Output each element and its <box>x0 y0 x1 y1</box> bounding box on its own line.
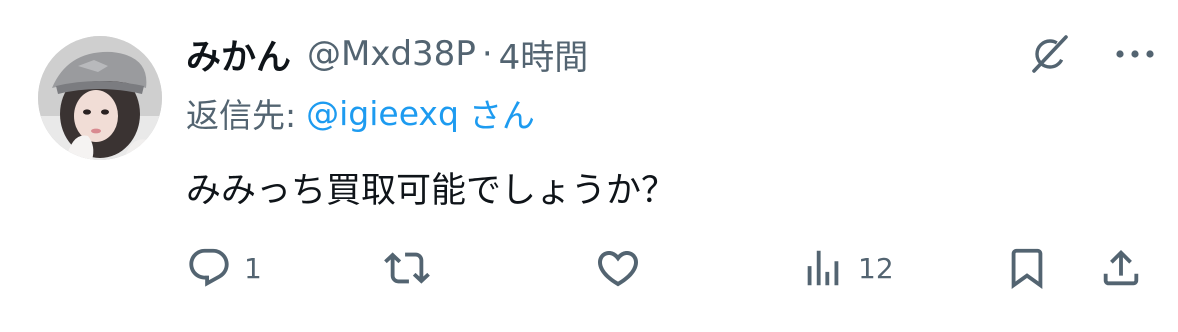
grok-button[interactable] <box>1024 30 1076 78</box>
like-button[interactable] <box>594 236 654 300</box>
action-bar: 1 12 <box>0 236 1178 300</box>
repost-icon <box>384 252 430 284</box>
avatar[interactable] <box>38 36 162 160</box>
tweet[interactable]: みかん @Mxd38P · 4時間 返信先: @igieexq さん みみっち買… <box>0 0 1178 332</box>
share-button[interactable] <box>1098 236 1144 300</box>
share-icon <box>1103 249 1139 286</box>
header-separator: · <box>481 34 493 74</box>
avatar-image <box>38 36 162 160</box>
like-icon <box>597 251 639 287</box>
views-button[interactable]: 12 <box>800 236 894 300</box>
reply-count: 1 <box>244 251 262 285</box>
tweet-header: みかん @Mxd38P · 4時間 <box>186 28 588 80</box>
tweet-text: みみっち買取可能でしょうか？ <box>186 170 677 211</box>
bookmark-button[interactable] <box>1004 236 1050 300</box>
reply-icon <box>189 248 229 287</box>
grok-icon <box>1032 35 1068 73</box>
reply-suffix[interactable]: さん <box>469 89 535 137</box>
repost-button[interactable] <box>384 236 442 300</box>
display-name[interactable]: みかん <box>186 29 291 80</box>
bookmark-icon <box>1011 248 1043 289</box>
more-icon <box>1116 50 1154 58</box>
user-handle[interactable]: @Mxd38P <box>307 34 476 74</box>
reply-button[interactable]: 1 <box>186 236 262 300</box>
views-icon <box>807 250 839 286</box>
replying-to: 返信先: @igieexq さん <box>186 88 535 138</box>
reply-prefix: 返信先: <box>186 96 297 135</box>
timestamp[interactable]: 4時間 <box>499 30 589 79</box>
reply-handle-link[interactable]: @igieexq <box>306 94 459 133</box>
more-button[interactable] <box>1110 32 1160 76</box>
views-count: 12 <box>858 251 894 285</box>
